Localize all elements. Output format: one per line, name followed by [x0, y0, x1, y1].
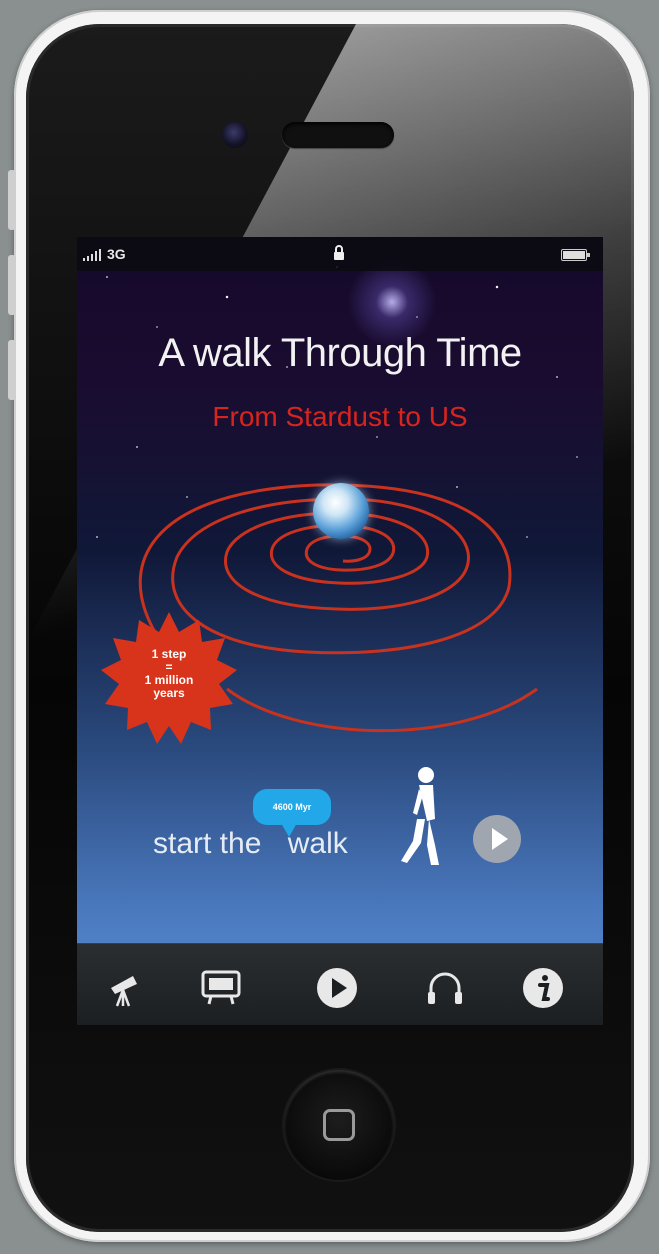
volume-down-button: [8, 340, 16, 400]
scale-badge: 1 step = 1 million years: [99, 610, 239, 750]
home-button[interactable]: [284, 1070, 394, 1180]
start-text-part-1: start the: [153, 827, 262, 860]
walking-person-icon: [401, 767, 439, 865]
earpiece-speaker: [282, 122, 394, 148]
earth-globe: [313, 483, 369, 539]
tab-info[interactable]: [521, 966, 565, 1010]
tab-telescope[interactable]: [103, 966, 147, 1010]
app-screen: 3G A walk Through Time From Stardust to …: [77, 237, 603, 1025]
start-walk-play-button[interactable]: [473, 815, 521, 863]
badge-text: 1 step = 1 million years: [99, 648, 239, 700]
badge-line-4: years: [153, 686, 185, 700]
mute-switch: [8, 170, 16, 230]
volume-up-button: [8, 255, 16, 315]
front-camera: [222, 122, 248, 148]
tab-bar: [77, 943, 603, 1025]
info-icon: [523, 968, 563, 1008]
tab-sign-board[interactable]: [199, 966, 243, 1010]
time-bubble: 4600 Myr: [253, 789, 331, 837]
sign-board-icon: [201, 970, 241, 1005]
start-walk-label[interactable]: start the walk: [153, 827, 348, 861]
home-square-icon: [323, 1109, 355, 1141]
telescope-icon: [111, 976, 137, 1007]
tab-play[interactable]: [315, 966, 359, 1010]
headphones-icon: [428, 972, 462, 1004]
play-icon: [317, 968, 357, 1008]
tab-headphones[interactable]: [423, 966, 467, 1010]
